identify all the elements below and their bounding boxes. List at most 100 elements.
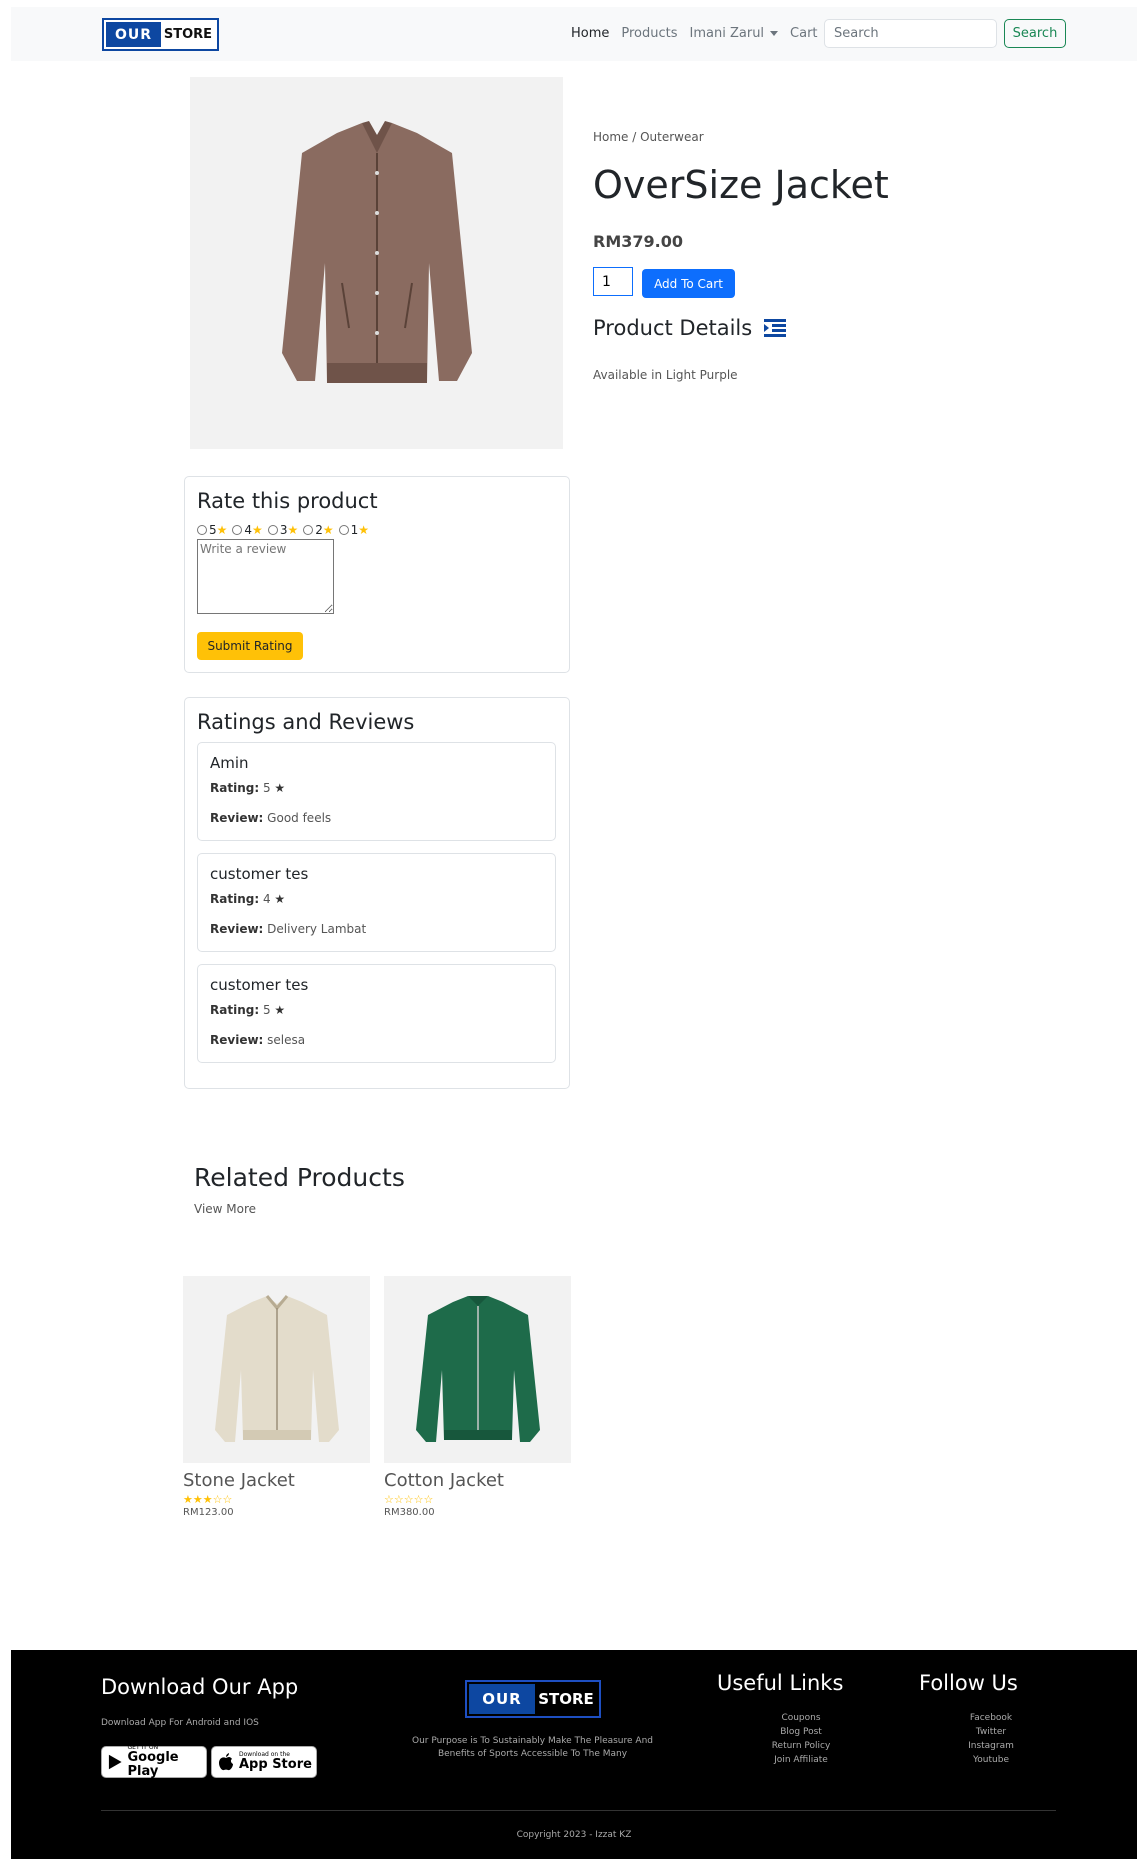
rating-option-label: 4 [244,523,253,537]
related-product-price: RM123.00 [183,1507,234,1518]
star-empty-icon: ☆ [403,1493,414,1506]
star-empty-icon: ☆ [222,1493,233,1506]
rating-option-1[interactable]: 1 ★ [338,523,370,537]
jacket-image [281,121,472,383]
radio-button[interactable] [338,525,349,535]
rate-card: Rate this product 5★ 4★ 3★ 2★ 1★ Submit … [184,476,570,673]
review-value: Delivery Lambat [267,922,367,936]
review-item: Amin Rating: 5 ★ Review: Good feels [197,742,556,841]
review-item: customer tes Rating: 4 ★ Review: Deliver… [197,853,556,952]
product-details-label: Product Details [593,316,753,340]
google-play-badge[interactable]: GET IT ON Google Play [101,1745,207,1779]
related-products-title: Related Products [194,1163,405,1192]
useful-links-list: Coupons Blog Post Return Policy Join Aff… [751,1711,851,1767]
star-icon: ★ [274,892,286,906]
star-icon: ★ [358,523,370,537]
review-rating: Rating: 5 ★ [210,781,285,795]
rating-option-2[interactable]: 2 ★ [303,523,334,537]
star-empty-icon: ☆ [384,1493,394,1506]
rating-options: 5 ★ 4 ★ 3 ★ 2 ★ 1 ★ [197,523,373,537]
related-product-name[interactable]: Stone Jacket [183,1470,370,1491]
app-store-text: Download on the App Store [239,1752,312,1772]
breadcrumb-home[interactable]: Home [593,130,628,144]
search-button[interactable]: Search [1004,19,1066,48]
nav-link-products[interactable]: Products [621,26,677,41]
review-label: Review: [210,1033,264,1047]
radio-button[interactable] [232,525,243,535]
review-value: Good feels [267,811,332,825]
star-icon: ★ [274,1003,286,1017]
review-item: customer tes Rating: 5 ★ Review: selesa [197,964,556,1063]
related-product-name[interactable]: Cotton Jacket [384,1470,571,1491]
breadcrumb-separator: / [628,130,641,144]
user-dropdown[interactable]: Imani Zarul [690,26,779,41]
footer: Download Our App Download App For Androi… [11,1650,1137,1859]
social-link-facebook[interactable]: Facebook [941,1711,1041,1725]
review-rating: Rating: 5 ★ [210,1003,285,1017]
star-empty-icon: ☆ [393,1493,404,1506]
store-logo[interactable]: OUR STORE [102,18,219,51]
footer-link-affiliate[interactable]: Join Affiliate [751,1753,851,1767]
social-link-twitter[interactable]: Twitter [941,1725,1041,1739]
product-price: RM379.00 [593,232,683,251]
list-indent-icon[interactable] [764,319,787,337]
radio-button[interactable] [303,525,314,535]
star-rating: ★★★☆☆ [183,1493,370,1506]
nav-links: Home Products Imani Zarul Cart [571,26,818,41]
star-icon: ★ [287,523,299,537]
star-empty-icon: ☆ [423,1493,434,1506]
review-rating: Rating: 4 ★ [210,892,285,906]
google-play-text: GET IT ON Google Play [128,1745,206,1779]
review-textarea[interactable] [197,539,334,614]
add-to-cart-button[interactable]: Add To Cart [642,269,735,298]
product-title: OverSize Jacket [593,163,889,207]
rating-value: 5 [262,781,271,795]
rating-option-4[interactable]: 4 ★ [232,523,263,537]
footer-link-blog[interactable]: Blog Post [751,1725,851,1739]
radio-button[interactable] [267,525,278,535]
footer-link-return[interactable]: Return Policy [751,1739,851,1753]
rating-option-label: 2 [315,523,323,537]
reviews-title: Ratings and Reviews [197,710,415,734]
product-details-text: Available in Light Purple [593,368,738,382]
social-link-instagram[interactable]: Instagram [941,1739,1041,1753]
quantity-input[interactable] [593,267,633,296]
radio-button[interactable] [197,525,207,535]
view-more-link[interactable]: View More [194,1202,256,1216]
search-input[interactable] [824,19,997,48]
reviews-card: Ratings and Reviews Amin Rating: 5 ★ Rev… [184,697,570,1089]
review-text: Review: Delivery Lambat [210,922,366,936]
nav-link-user[interactable]: Imani Zarul [690,26,765,41]
star-empty-icon: ☆ [413,1493,424,1506]
app-store-badge[interactable]: Download on the App Store [211,1746,317,1778]
star-icon: ★ [274,781,286,795]
nav-link-cart[interactable]: Cart [790,26,818,41]
reviewer-name: Amin [210,754,249,772]
related-product-card[interactable]: Stone Jacket ★★★☆☆ RM123.00 [183,1276,370,1518]
breadcrumb-category[interactable]: Outerwear [640,130,704,144]
submit-rating-button[interactable]: Submit Rating [197,632,303,660]
nav-link-home[interactable]: Home [571,26,609,41]
star-icon: ★ [322,523,334,537]
rating-value: 5 [262,1003,271,1017]
footer-link-coupons[interactable]: Coupons [751,1711,851,1725]
rating-option-5[interactable]: 5 ★ [197,523,227,537]
rate-title: Rate this product [197,489,378,513]
rating-option-label: 5 [209,523,217,537]
breadcrumb: Home / Outerwear [593,130,704,144]
related-product-card[interactable]: Cotton Jacket ☆☆☆☆☆ RM380.00 [384,1276,571,1518]
follow-us-list: Facebook Twitter Instagram Youtube [941,1711,1041,1767]
star-rating: ☆☆☆☆☆ [384,1493,571,1506]
rating-label: Rating: [210,892,260,906]
jacket-image [214,1294,339,1442]
footer-divider [101,1810,1056,1811]
star-filled-icon: ★ [183,1493,193,1506]
footer-logo[interactable]: OUR STORE [465,1680,601,1718]
rating-option-3[interactable]: 3 ★ [267,523,299,537]
copyright: Copyright 2023 - Izzat KZ [516,1830,632,1840]
related-product-image[interactable] [183,1276,370,1463]
social-link-youtube[interactable]: Youtube [941,1753,1041,1767]
google-play-big: Google Play [127,1750,179,1779]
related-product-image[interactable] [384,1276,571,1463]
reviewer-name: customer tes [210,865,309,883]
